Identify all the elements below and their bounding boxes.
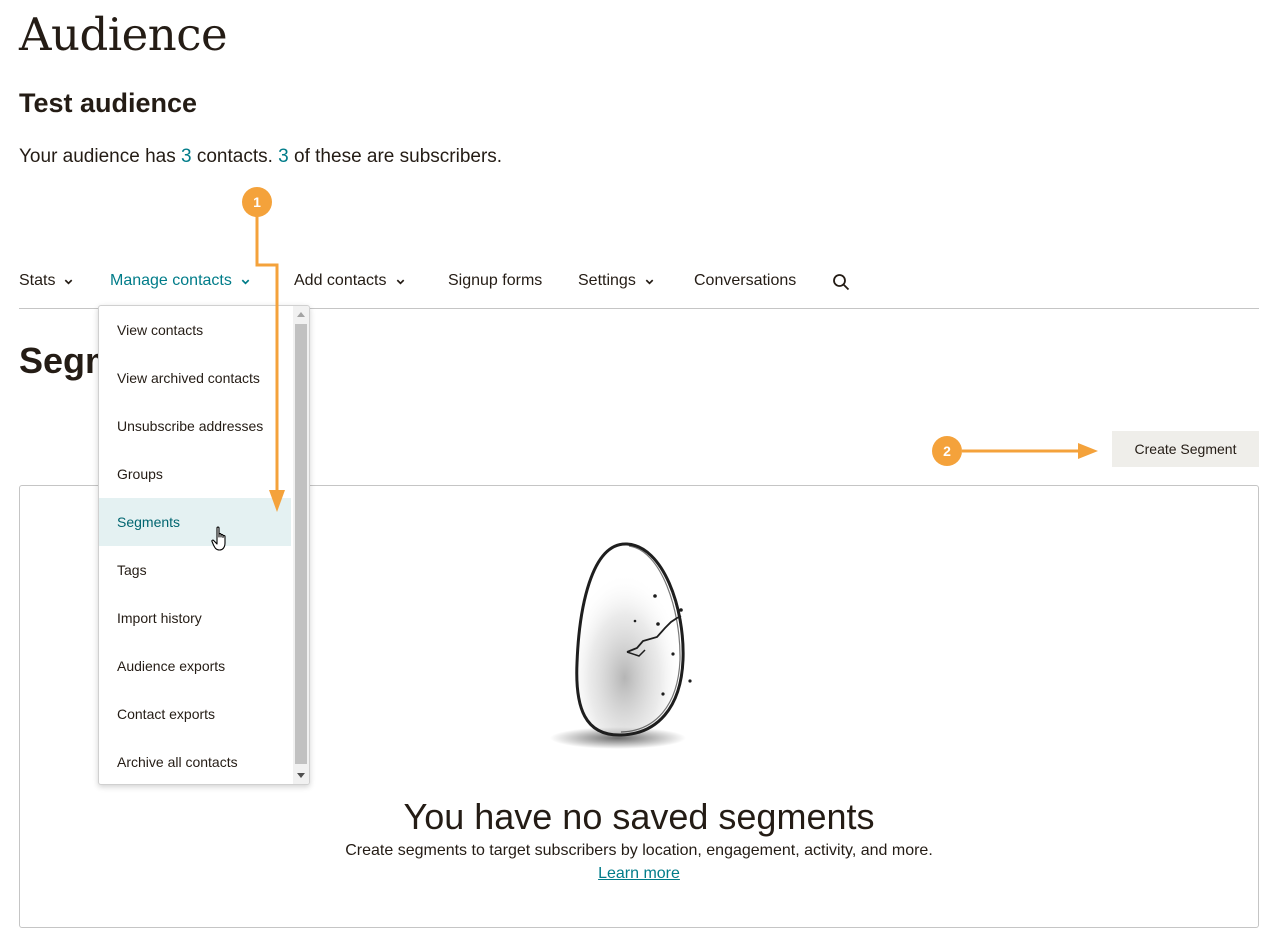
summary-suffix: of these are subscribers. — [288, 146, 503, 167]
summary-prefix: Your audience has — [19, 146, 181, 167]
menu-item-groups[interactable]: Groups — [99, 450, 291, 498]
tab-label: Stats — [19, 272, 56, 289]
contacts-count[interactable]: 3 — [181, 146, 192, 167]
menu-item-view-archived-contacts[interactable]: View archived contacts — [99, 354, 291, 402]
chevron-down-icon — [241, 279, 250, 285]
audience-name: Test audience — [19, 88, 198, 118]
tab-settings[interactable]: Settings — [578, 272, 655, 290]
learn-more-link[interactable]: Learn more — [598, 865, 680, 882]
menu-item-archive-all-contacts[interactable]: Archive all contacts — [99, 738, 291, 784]
subscribers-count[interactable]: 3 — [278, 146, 289, 167]
tab-conversations[interactable]: Conversations — [694, 272, 796, 290]
chevron-down-icon — [645, 279, 654, 285]
menu-item-view-contacts[interactable]: View contacts — [99, 306, 291, 354]
tab-add-contacts[interactable]: Add contacts — [294, 272, 406, 290]
step-1-callout: 1 — [242, 187, 272, 217]
learn-more-container: Learn more — [20, 865, 1258, 883]
hand-cursor-icon — [211, 526, 226, 551]
search-icon — [833, 274, 850, 291]
search-button[interactable] — [832, 273, 850, 291]
chevron-down-icon — [396, 279, 404, 285]
tab-manage-contacts[interactable]: Manage contacts — [110, 272, 251, 290]
menu-item-unsubscribe-addresses[interactable]: Unsubscribe addresses — [99, 402, 291, 450]
tab-signup-forms[interactable]: Signup forms — [448, 272, 542, 290]
menu-item-contact-exports[interactable]: Contact exports — [99, 690, 291, 738]
audience-summary: Your audience has 3 contacts. 3 of these… — [19, 146, 502, 168]
tab-label: Add contacts — [294, 272, 387, 289]
manage-contacts-dropdown: View contacts View archived contacts Uns… — [98, 305, 310, 785]
tab-stats[interactable]: Stats — [19, 272, 74, 290]
chevron-down-icon — [65, 279, 73, 285]
create-segment-button[interactable]: Create Segment — [1112, 431, 1259, 467]
menu-item-tags[interactable]: Tags — [99, 546, 291, 594]
menu-item-audience-exports[interactable]: Audience exports — [99, 642, 291, 690]
scroll-up-icon[interactable] — [297, 312, 305, 317]
summary-middle: contacts. — [191, 146, 279, 167]
empty-state-title: You have no saved segments — [403, 796, 875, 837]
tab-label: Signup forms — [448, 272, 543, 289]
menu-item-segments[interactable]: Segments — [99, 498, 291, 546]
scrollbar-thumb[interactable] — [295, 324, 307, 764]
cracked-egg-illustration — [550, 542, 692, 749]
menu-item-import-history[interactable]: Import history — [99, 594, 291, 642]
tab-label: Manage contacts — [110, 272, 232, 289]
dropdown-scrollbar[interactable] — [293, 306, 309, 784]
page-title: Audience — [19, 8, 228, 61]
empty-state-description: Create segments to target subscribers by… — [345, 842, 933, 859]
tab-label: Conversations — [694, 272, 797, 289]
scroll-down-icon[interactable] — [297, 773, 305, 778]
step-2-callout: 2 — [932, 436, 962, 466]
tab-label: Settings — [578, 272, 636, 289]
audience-nav: Stats Manage contacts Add contacts Signu… — [19, 272, 1259, 309]
